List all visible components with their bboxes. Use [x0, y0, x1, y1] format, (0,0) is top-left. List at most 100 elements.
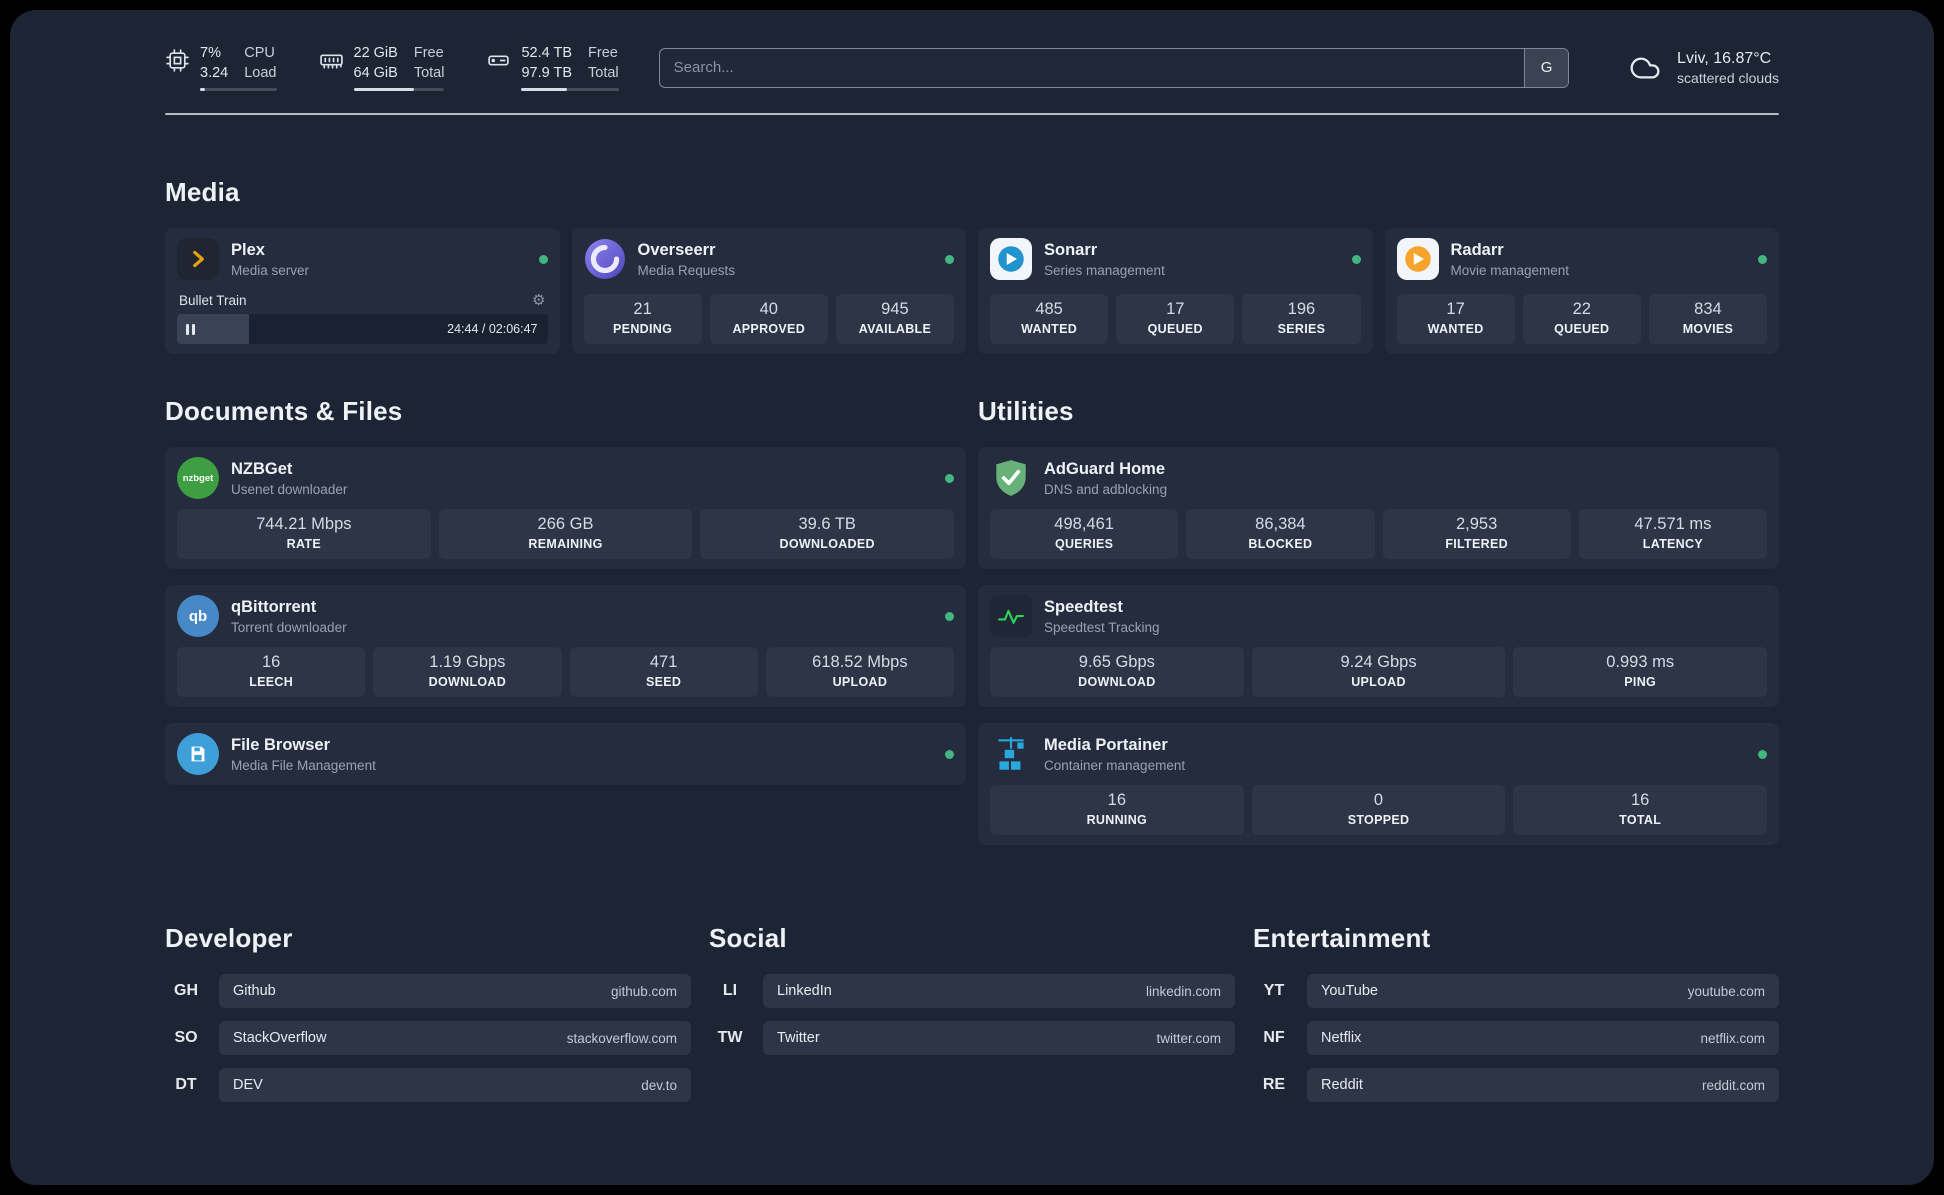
bookmark-row: SO StackOverflow stackoverflow.com [165, 1021, 691, 1056]
radarr-icon [1396, 238, 1439, 281]
stat-value: 21 [633, 300, 652, 319]
playback-progress-bar[interactable]: 24:44 / 02:06:47 [177, 314, 548, 345]
cpu-label: CPU [244, 45, 275, 61]
search-input[interactable] [659, 48, 1525, 87]
stat-label: UPLOAD [832, 675, 888, 690]
bookmark-link-dev[interactable]: DEV dev.to [219, 1068, 691, 1103]
filebrowser-icon [177, 733, 219, 776]
bookmark-link-netflix[interactable]: Netflix netflix.com [1307, 1021, 1779, 1056]
stat-value: 618.52 Mbps [812, 653, 908, 672]
bookmark-url: reddit.com [1701, 1077, 1765, 1093]
stat-tile: 0.993 ms PING [1513, 647, 1768, 698]
service-name: Plex [231, 240, 265, 259]
stat-value: 40 [759, 300, 778, 319]
memory-total-label: Total [413, 64, 445, 81]
stat-tile: 1.19 Gbps DOWNLOAD [373, 647, 562, 698]
weather-widget[interactable]: Lviv, 16.87°C scattered clouds [1625, 50, 1779, 86]
search-bar: G [658, 47, 1570, 88]
stat-label: BLOCKED [1248, 537, 1313, 552]
stat-label: DOWNLOADED [779, 537, 875, 552]
stat-tile: 2,953 FILTERED [1382, 509, 1571, 560]
section-title-utilities: Utilities [978, 396, 1074, 427]
section-documents: Documents & Files nzbget NZBGet Usenet d… [165, 396, 966, 801]
disk-icon [488, 55, 510, 66]
section-title-entertainment: Entertainment [1253, 923, 1431, 954]
stat-value: 0 [1373, 791, 1384, 810]
service-name: Radarr [1450, 240, 1504, 259]
bookmark-link-twitter[interactable]: Twitter twitter.com [763, 1021, 1235, 1056]
section-title-media: Media [165, 177, 240, 208]
stat-tile: 266 GB REMAINING [438, 509, 693, 560]
top-bar: 7% 3.24 CPU Load 22 GiB 64 GiB Free Tota… [165, 44, 1779, 92]
service-card-overseerr[interactable]: Overseerr Media Requests 21 PENDING 40 APP… [571, 228, 966, 355]
pause-icon[interactable] [186, 323, 195, 335]
service-desc: Media Requests [637, 262, 736, 278]
disk-usage-bar [521, 88, 619, 92]
service-desc: Media File Management [231, 757, 376, 773]
disk-free-label: Free [588, 45, 618, 61]
bookmark-name: Netflix [1321, 1030, 1362, 1047]
service-card-speedtest[interactable]: Speedtest Speedtest Tracking 9.65 Gbps DO… [978, 585, 1779, 708]
search-provider-button[interactable]: G [1524, 48, 1569, 87]
dashboard-window: 7% 3.24 CPU Load 22 GiB 64 GiB Free Tota… [10, 10, 1934, 1186]
memory-icon [319, 54, 343, 69]
bookmark-abbr: RE [1262, 1076, 1286, 1094]
stat-label: STOPPED [1347, 813, 1410, 828]
service-desc: Container management [1044, 757, 1186, 773]
bookmark-url: stackoverflow.com [566, 1030, 677, 1046]
stat-label: AVAILABLE [858, 322, 932, 337]
playback-progress-fill [177, 314, 250, 345]
service-card-plex[interactable]: Plex Media server Bullet Train ⚙ 24:44 /… [165, 228, 560, 355]
stat-label: SEED [646, 675, 682, 690]
stat-value: 196 [1287, 300, 1316, 319]
service-card-filebrowser[interactable]: File Browser Media File Management [165, 723, 966, 786]
bookmark-name: YouTube [1321, 983, 1378, 1000]
stat-label: DOWNLOAD [1078, 675, 1156, 690]
bookmark-abbr: NF [1263, 1029, 1285, 1047]
weather-condition: scattered clouds [1677, 69, 1779, 86]
service-card-nzbget[interactable]: nzbget NZBGet Usenet downloader 744.21 M… [165, 447, 966, 570]
stat-label: MOVIES [1682, 322, 1734, 337]
bookmark-url: youtube.com [1687, 983, 1765, 999]
service-card-sonarr[interactable]: Sonarr Series management 485 WANTED 17 QUE… [978, 228, 1373, 355]
service-desc: Movie management [1450, 262, 1570, 278]
gear-icon[interactable]: ⚙ [532, 293, 545, 308]
stat-label: LEECH [249, 675, 294, 690]
service-name: qBittorrent [231, 597, 317, 616]
stat-tile: 834 MOVIES [1648, 294, 1768, 345]
bookmark-link-linkedin[interactable]: LinkedIn linkedin.com [763, 974, 1235, 1009]
plex-icon [177, 238, 219, 281]
bookmark-name: Github [233, 983, 276, 1000]
bookmark-url: linkedin.com [1145, 983, 1221, 999]
stat-label: RATE [286, 537, 321, 552]
stat-label: REMAINING [528, 537, 603, 552]
memory-usage-bar [353, 88, 445, 92]
bookmark-link-reddit[interactable]: Reddit reddit.com [1307, 1068, 1779, 1103]
service-name: NZBGet [231, 459, 293, 478]
section-title-developer: Developer [165, 923, 293, 954]
bookmark-link-stackoverflow[interactable]: StackOverflow stackoverflow.com [219, 1021, 691, 1056]
stat-value: 471 [649, 653, 678, 672]
service-card-adguard[interactable]: AdGuard Home DNS and adblocking 498,461 Q… [978, 447, 1779, 570]
cpu-icon [166, 49, 189, 72]
section-title-documents: Documents & Files [165, 396, 403, 427]
cpu-load-label: Load [244, 64, 277, 81]
service-desc: Speedtest Tracking [1044, 619, 1160, 635]
service-name: AdGuard Home [1044, 459, 1166, 478]
section-utilities: Utilities AdGuard Home DNS and adblockin… [978, 396, 1779, 861]
service-card-radarr[interactable]: Radarr Movie management 17 WANTED 22 QUEUE… [1384, 228, 1779, 355]
stat-value: 16 [1631, 791, 1650, 810]
service-card-qbittorrent[interactable]: qb qBittorrent Torrent downloader 16 LEEC… [165, 585, 966, 708]
bookmark-link-github[interactable]: Github github.com [219, 974, 691, 1009]
service-desc: Torrent downloader [231, 619, 347, 635]
stat-label: RUNNING [1086, 813, 1148, 828]
service-card-portainer[interactable]: Media Portainer Container management 16 R… [978, 723, 1779, 846]
bookmark-url: dev.to [641, 1077, 677, 1093]
stat-value: 16 [261, 653, 281, 672]
status-dot [945, 611, 954, 621]
header-divider [165, 113, 1779, 116]
bookmark-abbr: LI [722, 982, 738, 1000]
bookmark-link-youtube[interactable]: YouTube youtube.com [1307, 974, 1779, 1009]
status-dot [945, 254, 954, 264]
disk-widget: 52.4 TB 97.9 TB Free Total [486, 44, 619, 92]
